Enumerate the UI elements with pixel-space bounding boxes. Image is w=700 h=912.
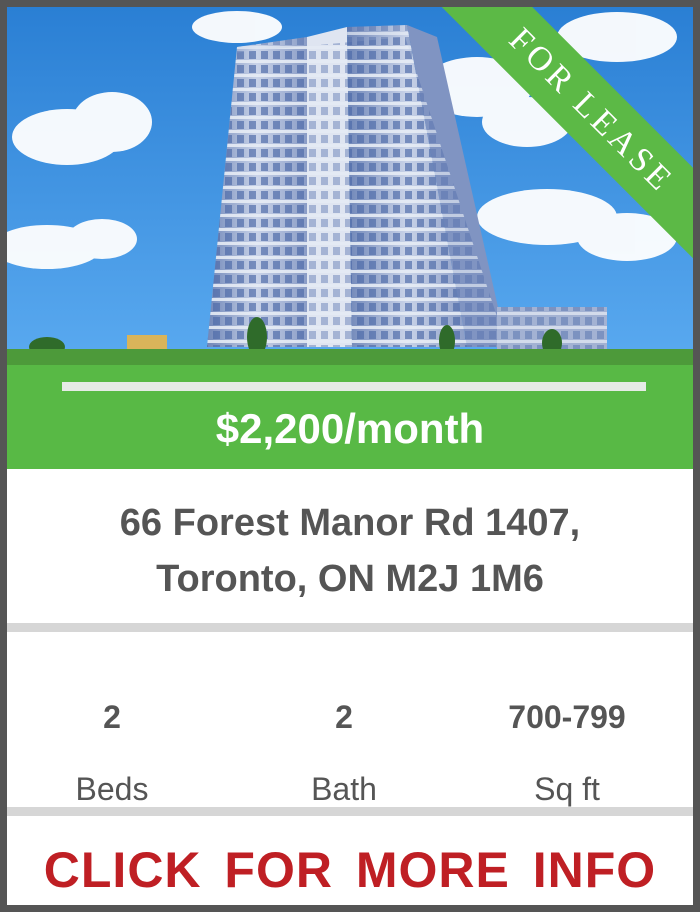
price-band: $2,200/month (7, 365, 693, 469)
address-line-1: 66 Forest Manor Rd 1407, (119, 502, 581, 544)
section-divider (7, 807, 693, 816)
for-lease-ribbon: FOR LEASE (433, 7, 693, 267)
listing-address: 66 Forest Manor Rd 1407, Toronto, ON M2J… (7, 495, 693, 607)
beds-label: Beds (75, 771, 149, 807)
price-divider-line (62, 382, 646, 391)
bath-label: Bath (311, 771, 377, 807)
more-info-button[interactable]: CLICK FOR MORE INFO (7, 839, 693, 901)
beds-value: 2 (103, 699, 121, 735)
stat-beds: 2 Beds (12, 697, 212, 808)
address-line-2: Toronto, ON M2J 1M6 (156, 558, 544, 600)
stat-bath: 2 Bath (244, 697, 444, 808)
listing-stats: 2 Beds 2 Bath 700-799 Sq ft (7, 697, 693, 817)
bath-value: 2 (335, 699, 353, 735)
sqft-value: 700-799 (508, 699, 626, 735)
sqft-label: Sq ft (534, 771, 600, 807)
listing-price: $2,200/month (215, 405, 485, 452)
listing-card[interactable]: FOR LEASE $2,200/month 66 Forest Manor R… (0, 0, 700, 912)
section-divider (7, 623, 693, 632)
stat-sqft: 700-799 Sq ft (467, 697, 667, 808)
ribbon-label: FOR LEASE (501, 21, 681, 201)
